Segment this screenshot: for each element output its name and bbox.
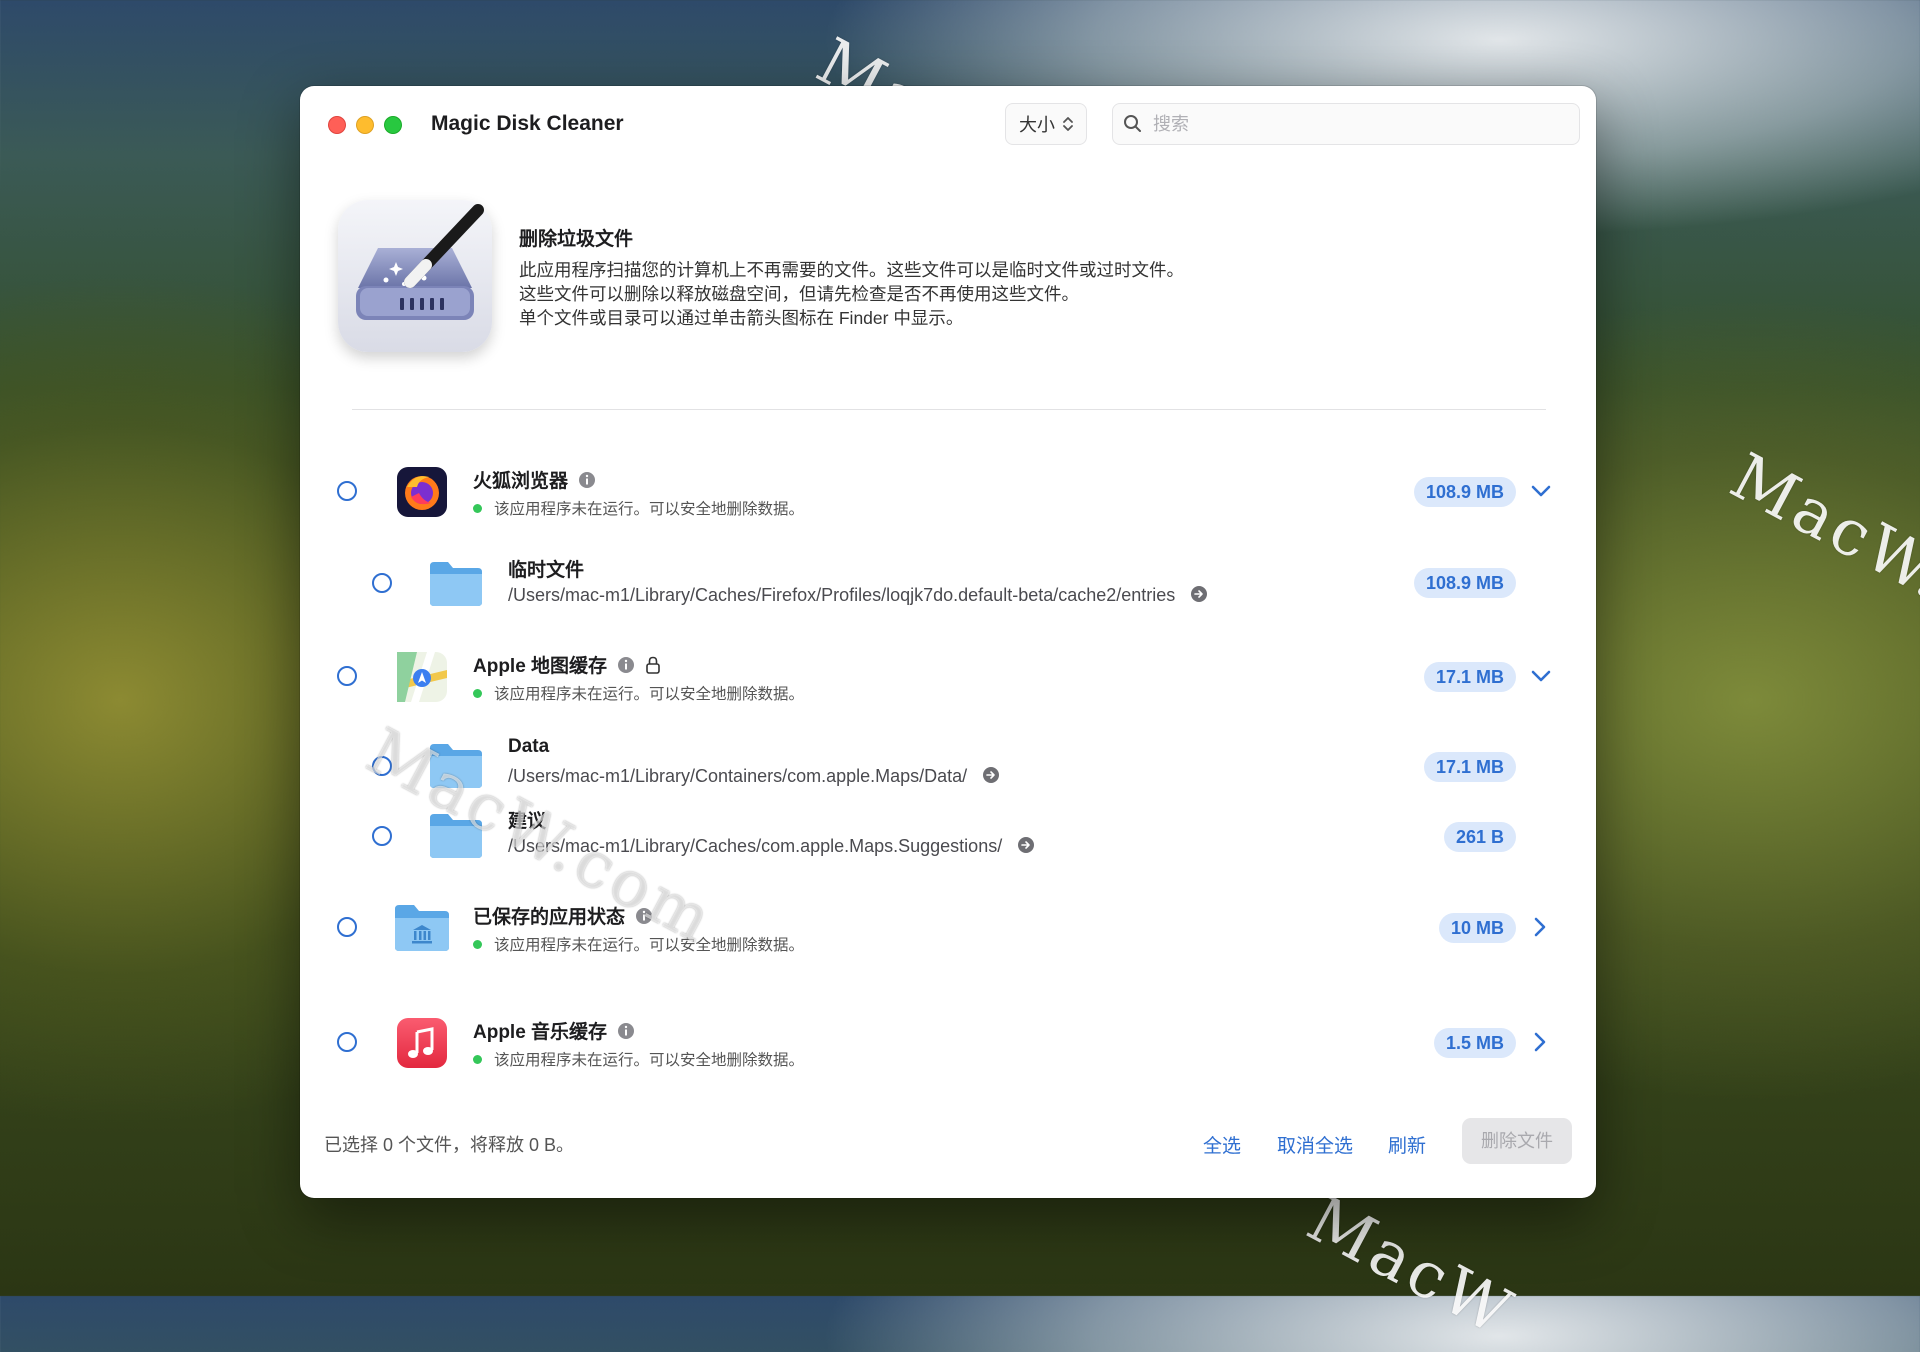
close-window-button[interactable]: [328, 116, 346, 134]
intro-line: 此应用程序扫描您的计算机上不再需要的文件。这些文件可以是临时文件或过时文件。: [519, 260, 1184, 280]
size-badge: 108.9 MB: [1413, 568, 1516, 598]
group-status: 该应用程序未在运行。可以安全地删除数据。: [473, 1048, 804, 1070]
select-radio[interactable]: [337, 1032, 357, 1052]
chevron-down-icon[interactable]: [1530, 668, 1552, 684]
delete-files-button[interactable]: 删除文件: [1462, 1118, 1572, 1164]
info-icon[interactable]: [617, 656, 635, 674]
list-item-child: Data /Users/mac-m1/Library/Containers/co…: [300, 732, 1596, 802]
child-path: /Users/mac-m1/Library/Caches/com.apple.M…: [508, 836, 1035, 857]
select-radio[interactable]: [337, 917, 357, 937]
intro-title: 删除垃圾文件: [519, 229, 634, 250]
group-status: 该应用程序未在运行。可以安全地删除数据。: [473, 682, 804, 704]
list-item-saved-app-state: 已保存的应用状态 该应用程序未在运行。可以安全地删除数据。 10 MB: [300, 892, 1596, 972]
watermark: MacW: [1295, 1182, 1526, 1352]
select-radio[interactable]: [372, 573, 392, 593]
intro-line: 这些文件可以删除以释放磁盘空间，但请先检查是否不再使用这些文件。: [519, 284, 1079, 304]
list-item-apple-maps: Apple 地图缓存 该应用程序未在运行。可以安全地删除数据。 17.1 MB: [300, 641, 1596, 721]
group-name: Apple 音乐缓存: [473, 1017, 635, 1044]
magic-disk-cleaner-app-icon: [338, 200, 492, 352]
size-badge: 17.1 MB: [1423, 662, 1516, 692]
search-field[interactable]: [1112, 103, 1580, 145]
select-radio[interactable]: [337, 481, 357, 501]
list-item-child: 建议 /Users/mac-m1/Library/Caches/com.appl…: [300, 802, 1596, 872]
child-name: 建议: [508, 811, 547, 832]
library-folder-icon: [393, 903, 451, 958]
child-path-text: /Users/mac-m1/Library/Caches/com.apple.M…: [508, 836, 1003, 856]
intro-line: 单个文件或目录可以通过单击箭头图标在 Finder 中显示。: [519, 308, 964, 328]
sort-label: 大小: [1019, 115, 1055, 135]
app-window: Magic Disk Cleaner 大小 搜索 删除垃圾文件 此应用程序扫描您…: [300, 86, 1596, 1198]
group-name: 火狐浏览器: [473, 466, 596, 493]
folder-icon: [428, 742, 484, 795]
status-dot: [473, 1055, 482, 1064]
list-item-child: 临时文件 /Users/mac-m1/Library/Caches/Firefo…: [300, 548, 1596, 628]
divider: [352, 409, 1546, 410]
child-path: /Users/mac-m1/Library/Caches/Firefox/Pro…: [508, 585, 1208, 606]
info-icon[interactable]: [617, 1022, 635, 1040]
size-badge: 17.1 MB: [1423, 752, 1516, 782]
folder-icon: [428, 812, 484, 865]
select-radio[interactable]: [372, 756, 392, 776]
child-path: /Users/mac-m1/Library/Containers/com.app…: [508, 766, 1000, 787]
info-icon[interactable]: [578, 471, 596, 489]
group-name-text: Apple 音乐缓存: [473, 1022, 608, 1043]
group-name: Apple 地图缓存: [473, 651, 661, 678]
chevron-down-icon[interactable]: [1530, 483, 1552, 499]
group-name: 已保存的应用状态: [473, 902, 653, 929]
firefox-icon: [397, 467, 447, 522]
size-badge: 10 MB: [1438, 913, 1516, 943]
music-icon: [397, 1018, 447, 1073]
group-status-text: 该应用程序未在运行。可以安全地删除数据。: [494, 501, 805, 518]
group-status-text: 该应用程序未在运行。可以安全地删除数据。: [494, 686, 805, 703]
search-icon: [1124, 115, 1141, 132]
desktop: { "watermarks": ["MacW.com", "MacW.c", "…: [0, 0, 1920, 1352]
maps-icon: [397, 652, 447, 707]
title-bar: Magic Disk Cleaner 大小: [300, 86, 1596, 162]
size-badge: 261 B: [1443, 822, 1516, 852]
updown-chevron-icon: [1063, 117, 1073, 131]
reveal-in-finder-arrow-icon[interactable]: [982, 766, 1000, 784]
reveal-in-finder-arrow-icon[interactable]: [1017, 836, 1035, 854]
select-radio[interactable]: [372, 826, 392, 846]
zoom-window-button[interactable]: [384, 116, 402, 134]
info-icon[interactable]: [635, 907, 653, 925]
group-name-text: Apple 地图缓存: [473, 656, 608, 677]
minimize-window-button[interactable]: [356, 116, 374, 134]
sort-popup[interactable]: 大小: [1005, 103, 1087, 145]
folder-icon: [428, 560, 484, 613]
status-dot: [473, 689, 482, 698]
select-all-button[interactable]: 全选: [1203, 1131, 1241, 1158]
lock-icon: [646, 656, 660, 674]
group-status: 该应用程序未在运行。可以安全地删除数据。: [473, 933, 804, 955]
chevron-right-icon[interactable]: [1532, 1031, 1548, 1053]
group-status-text: 该应用程序未在运行。可以安全地删除数据。: [494, 1052, 805, 1069]
child-name: Data: [508, 736, 550, 757]
list-item-firefox: 火狐浏览器 该应用程序未在运行。可以安全地删除数据。 108.9 MB: [300, 456, 1596, 536]
group-name-text: 已保存的应用状态: [473, 907, 626, 928]
select-radio[interactable]: [337, 666, 357, 686]
group-status-text: 该应用程序未在运行。可以安全地删除数据。: [494, 937, 805, 954]
child-path-text: /Users/mac-m1/Library/Containers/com.app…: [508, 766, 968, 786]
intro-description: 此应用程序扫描您的计算机上不再需要的文件。这些文件可以是临时文件或过时文件。 这…: [519, 258, 1184, 330]
group-status: 该应用程序未在运行。可以安全地删除数据。: [473, 497, 804, 519]
deselect-all-button[interactable]: 取消全选: [1277, 1131, 1353, 1158]
search-input[interactable]: [1151, 104, 1565, 144]
chevron-right-icon[interactable]: [1532, 916, 1548, 938]
size-badge: 108.9 MB: [1413, 477, 1516, 507]
child-path-text: /Users/mac-m1/Library/Caches/Firefox/Pro…: [508, 585, 1176, 605]
status-dot: [473, 504, 482, 513]
group-name-text: 火狐浏览器: [473, 471, 569, 492]
child-name: 临时文件: [508, 560, 585, 581]
window-title: Magic Disk Cleaner: [431, 112, 624, 135]
status-dot: [473, 940, 482, 949]
refresh-button[interactable]: 刷新: [1388, 1131, 1426, 1158]
list-item-apple-music: Apple 音乐缓存 该应用程序未在运行。可以安全地删除数据。 1.5 MB: [300, 1007, 1596, 1087]
reveal-in-finder-arrow-icon[interactable]: [1190, 585, 1208, 603]
size-badge: 1.5 MB: [1433, 1028, 1516, 1058]
watermark: MacW.c: [1718, 439, 1920, 635]
selection-summary: 已选择 0 个文件，将释放 0 B。: [324, 1135, 575, 1155]
